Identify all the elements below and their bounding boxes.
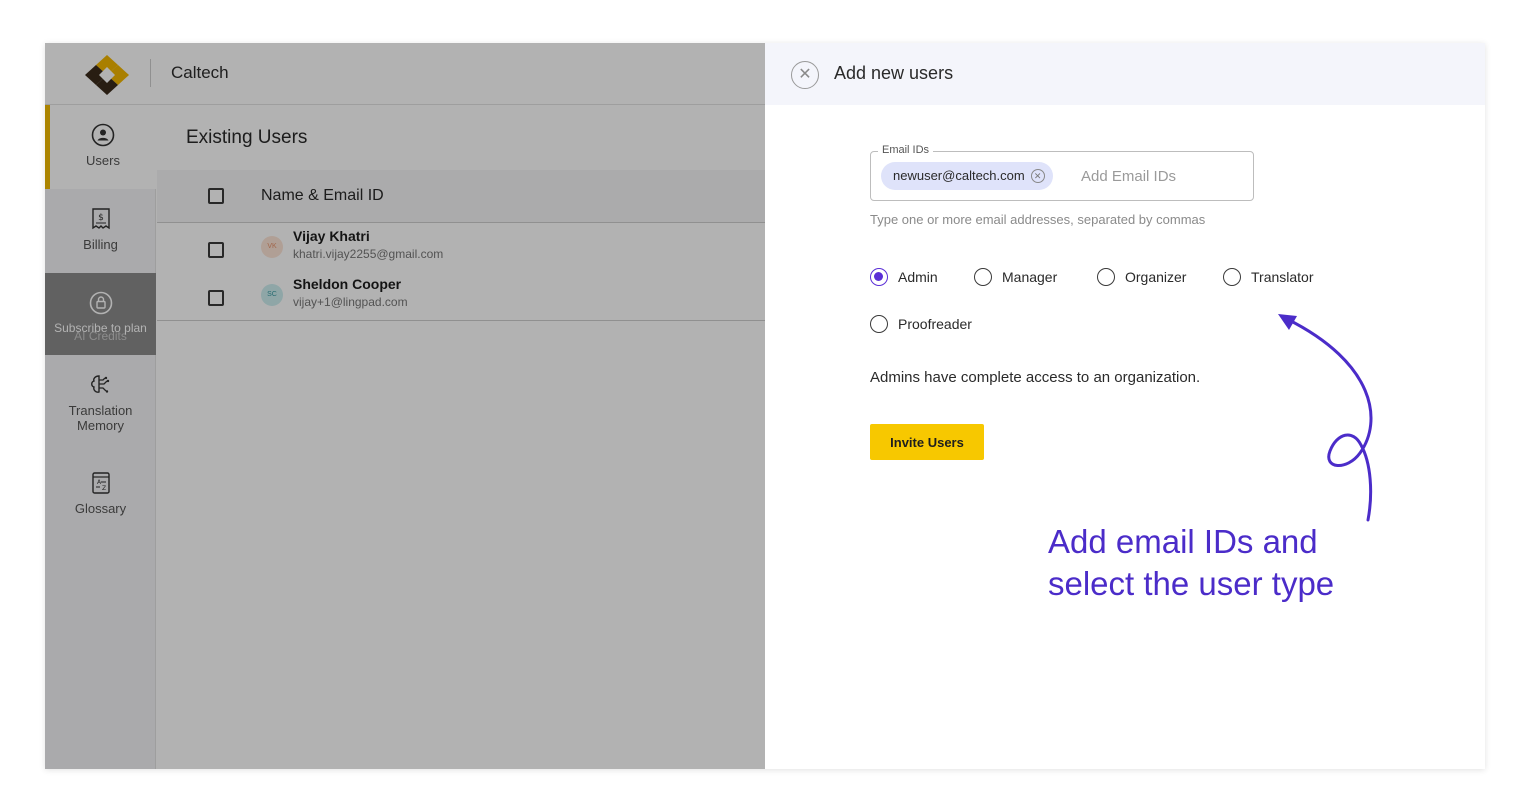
radio-button[interactable] — [1097, 268, 1115, 286]
role-label: Manager — [1002, 269, 1058, 285]
email-ids-label: Email IDs — [878, 144, 934, 156]
role-description: Admins have complete access to an organi… — [870, 369, 1201, 386]
role-label: Proofreader — [898, 316, 972, 332]
radio-button[interactable] — [974, 268, 992, 286]
email-input[interactable] — [1081, 164, 1241, 188]
role-label: Organizer — [1125, 269, 1187, 285]
email-chip-text: newuser@caltech.com — [893, 168, 1025, 183]
email-helper-text: Type one or more email addresses, separa… — [870, 212, 1206, 227]
modal-backdrop[interactable] — [45, 43, 765, 769]
annotation-text: Add email IDs and select the user type — [1048, 521, 1334, 605]
annotation-line-2: select the user type — [1048, 565, 1335, 602]
role-label: Admin — [898, 269, 938, 285]
panel-header: ✕ Add new users — [765, 43, 1485, 105]
invite-users-button[interactable]: Invite Users — [870, 424, 984, 460]
email-chip: newuser@caltech.com ✕ — [881, 162, 1053, 190]
role-label: Translator — [1251, 269, 1314, 285]
radio-button[interactable] — [1223, 268, 1241, 286]
close-icon[interactable]: ✕ — [791, 61, 819, 89]
app-window: Caltech Users $ Billing AI Credits Subsc… — [45, 43, 1485, 769]
annotation-arrow-icon — [1278, 314, 1373, 522]
add-users-panel: ✕ Add new users Email IDs newuser@caltec… — [765, 43, 1485, 769]
annotation-line-1: Add email IDs and — [1048, 523, 1318, 560]
radio-button[interactable] — [870, 315, 888, 333]
remove-chip-icon[interactable]: ✕ — [1030, 169, 1045, 183]
panel-title: Add new users — [834, 63, 954, 83]
radio-button[interactable] — [870, 268, 888, 286]
email-ids-field[interactable]: Email IDs newuser@caltech.com ✕ — [870, 144, 1254, 201]
